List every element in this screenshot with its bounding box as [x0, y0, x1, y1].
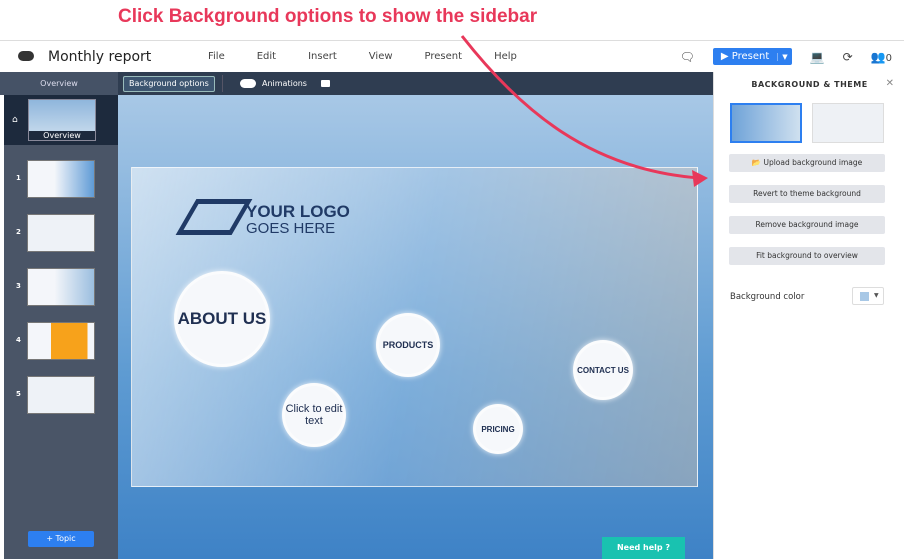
color-swatch — [860, 292, 869, 301]
logo-line: YOUR LOGO — [246, 202, 350, 221]
app-header: Monthly report File Edit Insert View Pre… — [0, 40, 904, 72]
presentation-canvas[interactable]: YOUR LOGO GOES HERE ABOUT US PRODUCTS Cli… — [118, 95, 713, 559]
menu-file[interactable]: File — [208, 51, 225, 62]
remove-background-button[interactable]: Remove background image — [729, 216, 885, 234]
toolbar: Overview Background options Animations — [0, 72, 713, 95]
slide-number: 1 — [16, 174, 21, 182]
menu-edit[interactable]: Edit — [257, 51, 276, 62]
topic-contact-us[interactable]: CONTACT US — [573, 340, 633, 400]
topic-click-to-edit[interactable]: Click to edit text — [282, 383, 346, 447]
topic-products[interactable]: PRODUCTS — [376, 313, 440, 377]
slide-thumbnail[interactable] — [27, 268, 95, 306]
background-color-label: Background color — [730, 292, 805, 302]
cloud-icon — [18, 51, 34, 61]
slide-thumbnail[interactable] — [27, 376, 95, 414]
logo-line: GOES HERE — [246, 220, 336, 237]
home-icon: ⌂ — [12, 115, 18, 125]
fit-background-button[interactable]: Fit background to overview — [729, 247, 885, 265]
background-theme-sidebar: BACKGROUND & THEME ✕ 📂 Upload background… — [713, 72, 904, 559]
menu-bar: File Edit Insert View Present Help — [208, 51, 549, 62]
slide-sidebar: ⌂ Overview 1 2 3 4 5 + Topic — [4, 95, 118, 559]
comments-icon[interactable]: 🗨 — [680, 50, 695, 64]
slide-number: 5 — [16, 390, 21, 398]
slide-number: 3 — [16, 282, 21, 290]
present-button[interactable]: ▶ Present ▼ — [712, 48, 792, 65]
add-topic-button[interactable]: + Topic — [28, 531, 94, 547]
share-icon[interactable]: ⟳ — [843, 50, 853, 64]
folder-icon: 📂 — [751, 158, 762, 167]
panel-title: BACKGROUND & THEME — [751, 80, 868, 89]
animations-label: Animations — [262, 79, 307, 88]
menu-present[interactable]: Present — [425, 51, 463, 62]
overview-label: Overview — [29, 131, 95, 140]
background-options-button[interactable]: Background options — [123, 76, 215, 92]
document-title[interactable]: Monthly report — [48, 49, 151, 65]
background-thumbnail[interactable] — [812, 103, 884, 143]
comment-icon[interactable] — [321, 80, 330, 87]
background-thumbnail-selected[interactable] — [730, 103, 802, 143]
menu-insert[interactable]: Insert — [308, 51, 337, 62]
slide-thumbnail[interactable] — [27, 214, 95, 252]
chevron-down-icon: ▼ — [874, 292, 879, 299]
chevron-down-icon[interactable]: ▼ — [777, 52, 791, 61]
slide-number: 2 — [16, 228, 21, 236]
background-color-picker[interactable]: ▼ — [852, 287, 884, 305]
animations-toggle[interactable] — [240, 79, 256, 88]
menu-help[interactable]: Help — [494, 51, 517, 62]
topic-pricing[interactable]: PRICING — [473, 404, 523, 454]
overview-thumbnail[interactable]: Overview — [28, 99, 96, 141]
menu-view[interactable]: View — [369, 51, 393, 62]
slide-item[interactable]: 1 — [4, 160, 118, 200]
slide-item[interactable]: 3 — [4, 268, 118, 308]
divider — [222, 75, 223, 92]
logo-text[interactable]: YOUR LOGO GOES HERE — [246, 203, 350, 237]
overview-item[interactable]: ⌂ Overview — [4, 95, 118, 145]
remote-present-icon[interactable]: 💻 — [810, 50, 825, 64]
overview-tab[interactable]: Overview — [0, 72, 118, 95]
close-icon[interactable]: ✕ — [886, 78, 894, 89]
topic-about-us[interactable]: ABOUT US — [174, 271, 270, 367]
slide-number: 4 — [16, 336, 21, 344]
slide-item[interactable]: 4 — [4, 322, 118, 362]
slide-thumbnail[interactable] — [27, 160, 95, 198]
slide-item[interactable]: 5 — [4, 376, 118, 416]
collaborator-count: 0 — [885, 52, 892, 64]
need-help-button[interactable]: Need help ? — [602, 537, 685, 559]
collaborators-icon[interactable]: 👥0 — [871, 50, 892, 64]
present-label: Present — [731, 51, 770, 62]
slide-thumbnail[interactable] — [27, 322, 95, 360]
upload-background-button[interactable]: 📂 Upload background image — [729, 154, 885, 172]
instruction-annotation: Click Background options to show the sid… — [118, 6, 538, 27]
button-label: Upload background image — [763, 158, 863, 167]
revert-theme-background-button[interactable]: Revert to theme background — [729, 185, 885, 203]
slide-item[interactable]: 2 — [4, 214, 118, 254]
